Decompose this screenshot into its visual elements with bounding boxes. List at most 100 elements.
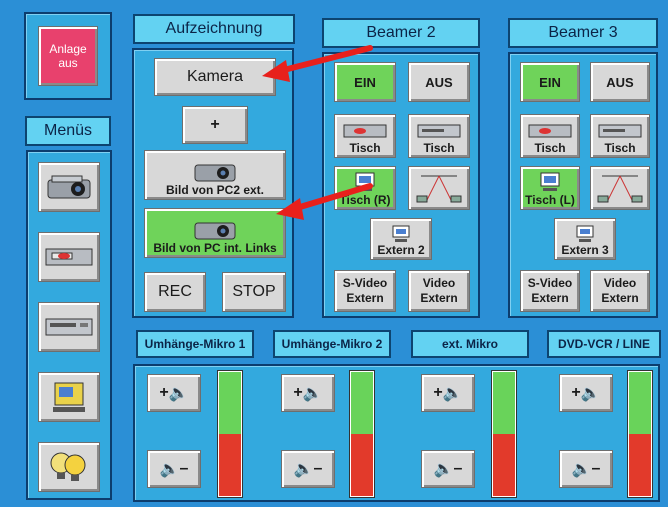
level-meter-3 — [491, 370, 517, 498]
projector-icon — [47, 175, 91, 199]
beamer3-tisch-b-label: Tisch — [604, 141, 636, 155]
beamer3-title: Beamer 3 — [508, 18, 658, 48]
vcr-icon — [528, 124, 572, 138]
speaker-icon: 🔈 — [293, 461, 314, 478]
beamer2-tisch-a-button[interactable]: Tisch — [334, 114, 396, 158]
source-pc-button[interactable]: Bild von PC int. Links — [144, 208, 286, 258]
beamer2-extern-button[interactable]: Extern 2 — [370, 218, 432, 260]
computer-icon — [392, 225, 410, 242]
beamer3-panel: EIN AUS Tisch Tisch Tisch (L) Extern 3 S… — [508, 52, 658, 318]
beamer3-tisch-l-button[interactable]: Tisch (L) — [520, 166, 580, 210]
computer-icon — [540, 172, 560, 191]
room-layout-icon — [416, 175, 462, 203]
system-off-button[interactable]: Anlage aus — [38, 26, 98, 86]
camera-button[interactable]: Kamera — [154, 58, 276, 96]
recording-title: Aufzeichnung — [133, 14, 295, 44]
beamer2-on-button[interactable]: EIN — [334, 62, 396, 102]
speaker-icon: 🔈 — [433, 461, 454, 478]
volume-up-button-1[interactable]: + 🔈 — [147, 374, 201, 412]
beamer3-tisch-a-label: Tisch — [534, 141, 566, 155]
speaker-icon: 🔈 — [302, 385, 323, 402]
computer-icon — [576, 225, 594, 242]
source-pc-label: Bild von PC int. Links — [153, 241, 277, 255]
beamer3-layout-button[interactable] — [590, 166, 650, 210]
menu-document-camera-button[interactable] — [38, 372, 100, 422]
source-pc2-button[interactable]: Bild von PC2 ext. — [144, 150, 286, 200]
beamer2-layout-button[interactable] — [408, 166, 470, 210]
menus-title: Menüs — [25, 116, 111, 146]
power-panel: Anlage aus — [24, 12, 112, 100]
dvd-player-icon — [417, 124, 461, 138]
beamer3-tisch-l-label: Tisch (L) — [525, 193, 575, 207]
volume-down-label-2: – — [313, 460, 323, 477]
level-meter-1 — [217, 370, 243, 498]
audio-channel-4-title: DVD-VCR / LINE — [547, 330, 661, 358]
beamer3-video-button[interactable]: Video Extern — [590, 270, 650, 312]
beamer2-extern-label: Extern 2 — [377, 243, 425, 257]
speaker-icon: 🔈 — [168, 385, 189, 402]
beamer3-svideo-label-1: S-Video — [527, 276, 573, 290]
level-meter-2 — [349, 370, 375, 498]
volume-down-label-4: – — [591, 460, 601, 477]
beamer3-extern-button[interactable]: Extern 3 — [554, 218, 616, 260]
beamer2-tisch-b-button[interactable]: Tisch — [408, 114, 470, 158]
beamer3-tisch-b-button[interactable]: Tisch — [590, 114, 650, 158]
beamer3-video-label-2: Extern — [601, 291, 639, 305]
beamer2-video-button[interactable]: Video Extern — [408, 270, 470, 312]
menu-dvd-button[interactable] — [38, 302, 100, 352]
volume-up-label-4: + — [571, 384, 581, 401]
speaker-icon: 🔈 — [571, 461, 592, 478]
volume-down-button-2[interactable]: 🔈 – — [281, 450, 335, 488]
volume-up-button-4[interactable]: + 🔈 — [559, 374, 613, 412]
volume-up-button-2[interactable]: + 🔈 — [281, 374, 335, 412]
beamer2-video-label-2: Extern — [420, 291, 458, 305]
beamer3-on-button[interactable]: EIN — [520, 62, 580, 102]
audio-channel-2-title: Umhänge-Mikro 2 — [273, 330, 391, 358]
menu-lights-button[interactable] — [38, 442, 100, 492]
beamer3-video-label-1: Video — [603, 276, 637, 290]
volume-up-label-1: + — [159, 384, 169, 401]
beamer3-tisch-a-button[interactable]: Tisch — [520, 114, 580, 158]
recording-panel: Kamera + Bild von PC2 ext. Bild von PC i… — [132, 48, 294, 318]
add-button[interactable]: + — [182, 106, 248, 144]
beamer3-off-button[interactable]: AUS — [590, 62, 650, 102]
vcr-icon — [343, 124, 387, 138]
volume-down-button-4[interactable]: 🔈 – — [559, 450, 613, 488]
menus-panel — [26, 150, 112, 500]
volume-down-label-1: – — [179, 460, 189, 477]
beamer3-svideo-button[interactable]: S-Video Extern — [520, 270, 580, 312]
menu-projector-button[interactable] — [38, 162, 100, 212]
projector-icon — [194, 222, 236, 240]
rec-button[interactable]: REC — [144, 272, 206, 312]
speaker-icon: 🔈 — [159, 461, 180, 478]
volume-down-button-3[interactable]: 🔈 – — [421, 450, 475, 488]
level-meter-4 — [627, 370, 653, 498]
computer-icon — [355, 172, 375, 191]
volume-up-label-3: + — [433, 384, 443, 401]
beamer3-extern-label: Extern 3 — [561, 243, 609, 257]
menu-vcr-button[interactable] — [38, 232, 100, 282]
audio-channel-1-title: Umhänge-Mikro 1 — [136, 330, 254, 358]
audio-channel-3-title: ext. Mikro — [411, 330, 529, 358]
document-camera-icon — [53, 382, 85, 412]
beamer2-tisch-b-label: Tisch — [423, 141, 455, 155]
speaker-icon: 🔈 — [580, 385, 601, 402]
beamer2-tisch-r-label: Tisch (R) — [339, 193, 391, 207]
speaker-icon: 🔈 — [442, 385, 463, 402]
beamer3-svideo-label-2: Extern — [531, 291, 569, 305]
volume-down-label-3: – — [453, 460, 463, 477]
beamer2-video-label-1: Video — [422, 276, 456, 290]
beamer2-svideo-button[interactable]: S-Video Extern — [334, 270, 396, 312]
audio-panel: + 🔈 🔈 – + 🔈 🔈 – + 🔈 🔈 – + 🔈 🔈 – — [133, 364, 660, 502]
volume-up-button-3[interactable]: + 🔈 — [421, 374, 475, 412]
stop-button[interactable]: STOP — [222, 272, 286, 312]
beamer2-svideo-label-1: S-Video — [342, 276, 388, 290]
beamer2-off-button[interactable]: AUS — [408, 62, 470, 102]
dvd-player-icon — [598, 124, 642, 138]
beamer2-title: Beamer 2 — [322, 18, 480, 48]
projector-icon — [194, 164, 236, 182]
dvd-player-icon — [45, 318, 93, 336]
beamer2-svideo-label-2: Extern — [346, 291, 384, 305]
volume-down-button-1[interactable]: 🔈 – — [147, 450, 201, 488]
beamer2-tisch-r-button[interactable]: Tisch (R) — [334, 166, 396, 210]
